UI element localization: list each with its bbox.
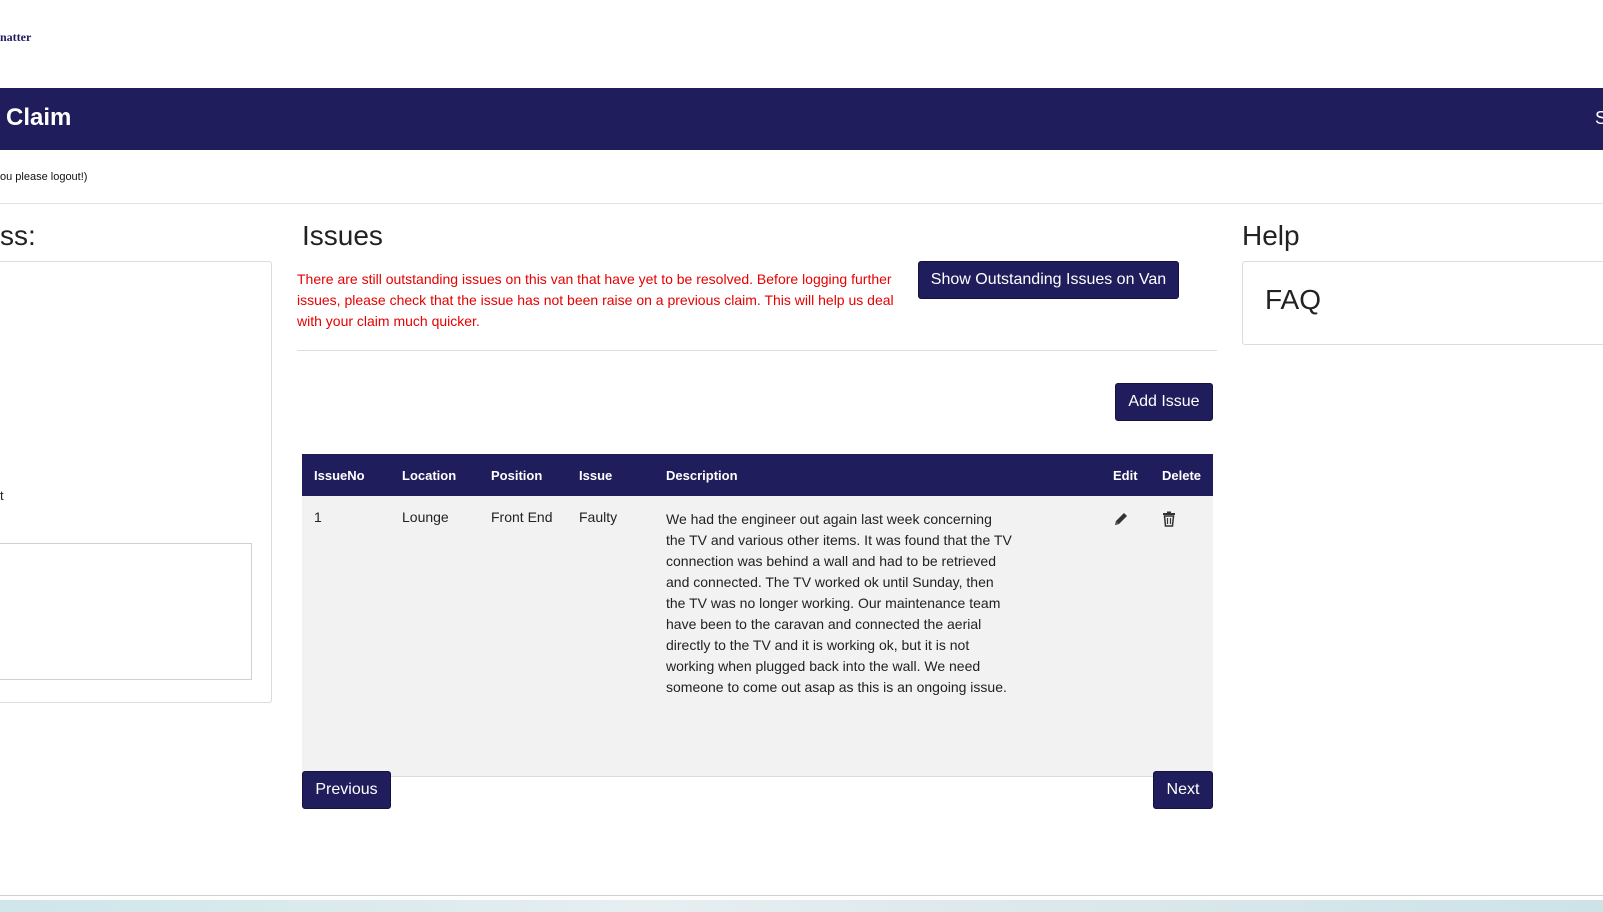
cell-issue: Faulty [579,509,618,525]
left-panel-heading: ss: [0,220,36,251]
faq-link[interactable]: FAQ [1265,284,1321,316]
left-panel-box [0,543,252,680]
col-issue: Issue [579,468,613,483]
issues-heading: Issues [302,220,383,251]
banner-right-text[interactable]: S [1595,108,1603,129]
table-header: IssueNo Location Position Issue Descript… [302,454,1213,496]
col-position: Position [491,468,543,483]
cell-location: Lounge [402,509,449,525]
cell-description: We had the engineer out again last week … [666,511,1012,695]
table-row: 1 Lounge Front End Faulty We had the eng… [302,496,1213,777]
pencil-icon[interactable] [1112,510,1130,528]
show-outstanding-issues-button[interactable]: Show Outstanding Issues on Van [918,261,1179,299]
col-delete: Delete [1162,468,1202,483]
col-description: Description [666,468,738,483]
top-divider [0,203,1603,204]
add-issue-button[interactable]: Add Issue [1115,383,1213,421]
help-panel: FAQ [1242,261,1603,345]
logout-note: ou please logout!) [0,171,88,183]
issues-table: IssueNo Location Position Issue Descript… [302,454,1213,777]
cell-issueno: 1 [314,509,322,525]
logo-text: natter [0,30,32,44]
col-issueno: IssueNo [314,468,365,483]
header-banner: Claim S [0,88,1603,150]
page-title: Claim [6,104,72,131]
left-panel-fragment: t [0,488,4,503]
issues-divider [297,350,1217,351]
help-heading: Help [1242,220,1300,251]
outstanding-warning: There are still outstanding issues on th… [297,271,894,329]
previous-button[interactable]: Previous [302,771,391,809]
trash-icon[interactable] [1160,510,1178,528]
next-button[interactable]: Next [1153,771,1213,809]
bottom-divider [0,895,1603,896]
taskbar-strip [0,900,1603,912]
col-location: Location [402,468,457,483]
col-edit: Edit [1113,468,1138,483]
cell-position: Front End [491,509,553,525]
